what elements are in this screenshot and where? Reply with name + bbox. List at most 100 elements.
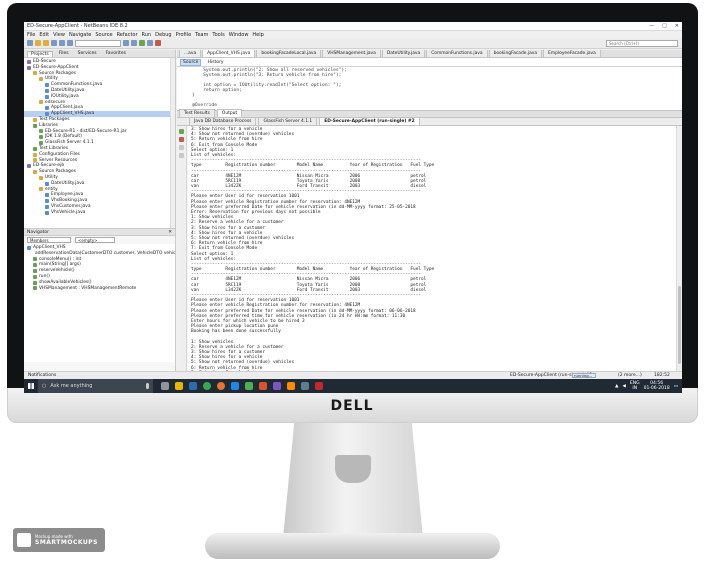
tab-services[interactable]: Services — [75, 51, 100, 56]
wrap-icon[interactable] — [179, 145, 184, 150]
network-icon[interactable]: ▲ — [615, 384, 618, 389]
tab-test-results[interactable]: Test Results — [179, 109, 215, 117]
source-mode-button[interactable]: Source — [180, 58, 202, 66]
navigator-item-label: VHSManagement : VHSManagementRemote — [39, 285, 137, 291]
app-icon-green[interactable] — [245, 382, 253, 390]
clock[interactable]: 04:56 01-06-2018 — [644, 381, 670, 391]
chrome-icon[interactable] — [203, 382, 211, 390]
menu-help[interactable]: Help — [252, 32, 263, 38]
navigator-item[interactable]: VHSManagement : VHSManagementRemote — [24, 286, 175, 292]
app-icon-orange[interactable] — [259, 382, 267, 390]
new-file-icon[interactable] — [27, 40, 33, 46]
scope-select[interactable]: <empty> — [75, 237, 115, 243]
file-explorer-icon[interactable] — [175, 382, 183, 390]
netbeans-icon[interactable] — [287, 382, 295, 390]
build-icon[interactable] — [123, 40, 129, 46]
app-icon-gray[interactable] — [301, 382, 309, 390]
members-select[interactable]: Members — [27, 237, 71, 243]
redo-icon[interactable] — [67, 40, 73, 46]
menu-bar: File Edit View Navigate Source Refactor Run Deb… — [24, 31, 682, 38]
output-subtabs: Java DB Database Process GlassFish Serve… — [177, 117, 682, 126]
close-button[interactable]: ✕ — [675, 23, 679, 29]
editor-tab[interactable]: bookingFacadeLocal.java — [256, 50, 322, 57]
tab-output[interactable]: Output — [216, 109, 243, 117]
new-project-icon[interactable] — [35, 40, 41, 46]
start-button[interactable] — [24, 379, 38, 393]
menu-debug[interactable]: Debug — [155, 32, 171, 38]
undo-icon[interactable] — [59, 40, 65, 46]
tree-node-label: VhsVehicle.java — [51, 209, 86, 215]
java-file-icon — [45, 199, 49, 204]
close-icon[interactable]: ✕ — [168, 230, 172, 235]
tree-scrollbar[interactable] — [170, 58, 175, 228]
menu-refactor[interactable]: Refactor — [117, 32, 138, 38]
menu-profile[interactable]: Profile — [176, 32, 192, 38]
volume-icon[interactable]: ◀ — [622, 384, 625, 389]
tab-java-db[interactable]: Java DB Database Process — [189, 117, 257, 125]
microphone-icon[interactable] — [146, 383, 149, 389]
code-editor[interactable]: System.out.println("2: Show all reserved… — [177, 67, 682, 110]
tab-run-output[interactable]: ED-Secure-AppClient (run-single) #2 — [319, 117, 420, 125]
menu-window[interactable]: Window — [229, 32, 249, 38]
menu-edit[interactable]: Edit — [39, 32, 49, 38]
editor-tab[interactable]: AppClient_VHS.java — [202, 50, 256, 57]
app-icon-red[interactable] — [315, 382, 323, 390]
library-icon — [39, 135, 43, 140]
tab-glassfish[interactable]: GlassFish Server 4.1.1 — [258, 117, 318, 125]
progress-indicator[interactable]: running... — [572, 373, 596, 378]
project-tabs: Projects Files Services Favorites — [24, 50, 175, 58]
navigator-list: AppClient_VHS addReservationData(Customer… — [24, 244, 175, 362]
profile-icon[interactable] — [155, 40, 161, 46]
minimize-button[interactable]: — — [649, 23, 654, 29]
rerun-icon[interactable] — [179, 129, 184, 134]
task-view-icon[interactable] — [161, 382, 169, 390]
more-tasks-link[interactable]: (2 more...) — [618, 373, 642, 378]
editor-tab[interactable]: DateUtility.java — [381, 50, 426, 57]
clear-icon[interactable] — [179, 153, 184, 158]
tab-files[interactable]: Files — [56, 51, 72, 56]
editor-tab[interactable]: bookingFacade.java — [488, 50, 543, 57]
notification-center-icon[interactable]: ▭ — [674, 384, 678, 389]
project-icon — [27, 59, 31, 64]
tab-projects[interactable]: Projects — [27, 50, 53, 57]
package-icon — [39, 100, 43, 105]
language-indicator[interactable]: ENG IN — [630, 381, 640, 391]
config-select[interactable] — [75, 39, 121, 47]
editor-tab[interactable]: CommonFunctions.java — [426, 50, 488, 57]
debug-icon[interactable] — [147, 40, 153, 46]
save-all-icon[interactable] — [51, 40, 57, 46]
console-output[interactable]: 3: Show hires for a vehicle 4: Show not r… — [188, 126, 676, 371]
tree-node[interactable]: VhsVehicle.java — [24, 210, 175, 216]
clean-build-icon[interactable] — [131, 40, 137, 46]
editor-tab[interactable]: VHSManagement.java — [322, 50, 381, 57]
folder-icon — [33, 170, 37, 175]
menu-run[interactable]: Run — [142, 32, 152, 38]
search-input[interactable]: Search (Ctrl+I) — [606, 40, 678, 47]
menu-view[interactable]: View — [53, 32, 65, 38]
editor-tab[interactable]: ...ava — [179, 50, 202, 57]
edge-icon[interactable] — [189, 382, 197, 390]
menu-source[interactable]: Source — [95, 32, 112, 38]
menu-navigate[interactable]: Navigate — [69, 32, 91, 38]
brand-logo: DELL — [330, 398, 374, 414]
open-project-icon[interactable] — [43, 40, 49, 46]
editor-tab[interactable]: EmployeeFacade.java — [543, 50, 601, 57]
folder-icon — [33, 71, 37, 76]
stop-icon[interactable] — [179, 137, 184, 142]
run-icon[interactable] — [139, 40, 145, 46]
package-icon — [39, 175, 43, 180]
app-icon-purple[interactable] — [273, 382, 281, 390]
firefox-icon[interactable] — [217, 382, 225, 390]
menu-tools[interactable]: Tools — [212, 32, 224, 38]
project-icon — [27, 164, 31, 169]
menu-file[interactable]: File — [27, 32, 35, 38]
history-mode-button[interactable]: History — [205, 60, 225, 65]
tab-favorites[interactable]: Favorites — [103, 51, 129, 56]
cortana-search[interactable]: ○ Ask me anything — [38, 379, 153, 393]
console-scrollbar[interactable] — [676, 126, 682, 371]
notifications-link[interactable]: Notifications — [24, 373, 224, 378]
menu-team[interactable]: Team — [195, 32, 208, 38]
maximize-button[interactable]: □ — [662, 23, 667, 29]
console-scroll-thumb[interactable] — [678, 286, 681, 364]
ie-icon[interactable] — [231, 382, 239, 390]
